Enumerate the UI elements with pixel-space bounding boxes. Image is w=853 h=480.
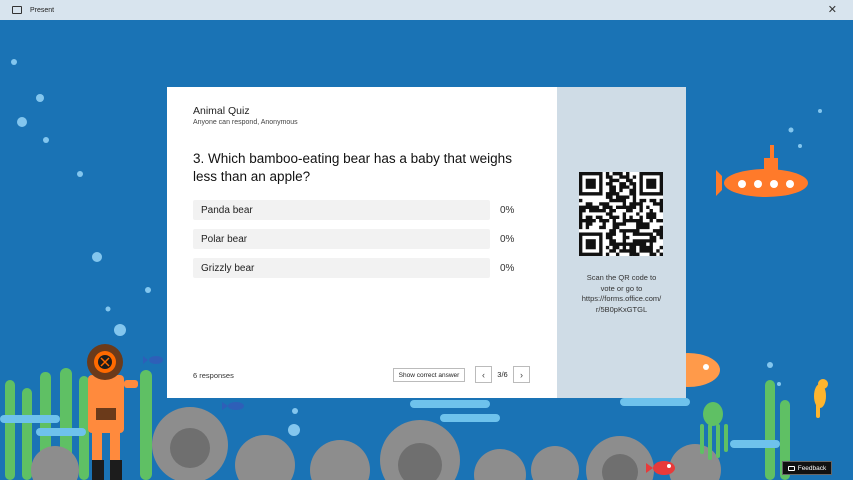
quiz-title: Animal Quiz (193, 105, 250, 117)
scan-instructions: Scan the QR code to vote or go to https:… (566, 273, 677, 315)
page-indicator: 3/6 (497, 370, 508, 379)
title-bar: Present ✕ (0, 0, 853, 20)
chevron-left-icon: ‹ (482, 369, 485, 380)
feedback-icon (787, 465, 795, 471)
option-label: Grizzly bear (201, 262, 255, 274)
previous-question-button[interactable]: ‹ (475, 366, 492, 383)
scan-line: Scan the QR code to (586, 273, 657, 282)
feedback-button[interactable]: Feedback (782, 461, 832, 475)
window-title: Present (30, 6, 55, 14)
show-correct-answer-button[interactable]: Show correct answer (393, 368, 465, 382)
next-question-button[interactable]: › (513, 366, 530, 383)
qr-code-icon (578, 171, 663, 256)
scan-url[interactable]: https://forms.office.com/ (566, 294, 677, 305)
chevron-right-icon: › (520, 369, 523, 380)
scan-line: vote or go to (600, 283, 643, 293)
responses-count: 6 responses (193, 371, 234, 380)
scan-url[interactable]: r/5B0pKxGTGL (566, 305, 677, 316)
qr-code (578, 171, 663, 256)
option-polar-bear[interactable]: Polar bear (193, 229, 490, 249)
option-grizzly-bear[interactable]: Grizzly bear (193, 258, 490, 278)
option-panda-bear[interactable]: Panda bear (193, 200, 490, 220)
question-text: 3. Which bamboo-eating bear has a baby t… (193, 151, 512, 184)
option-percent: 0% (500, 205, 515, 216)
present-icon (12, 6, 22, 14)
option-label: Panda bear (201, 204, 253, 216)
option-percent: 0% (500, 234, 515, 245)
option-label: Polar bear (201, 233, 248, 245)
feedback-label: Feedback (797, 464, 827, 472)
close-icon[interactable]: ✕ (828, 3, 837, 17)
quiz-subtitle: Anyone can respond, Anonymous (193, 119, 298, 126)
option-percent: 0% (500, 263, 515, 274)
